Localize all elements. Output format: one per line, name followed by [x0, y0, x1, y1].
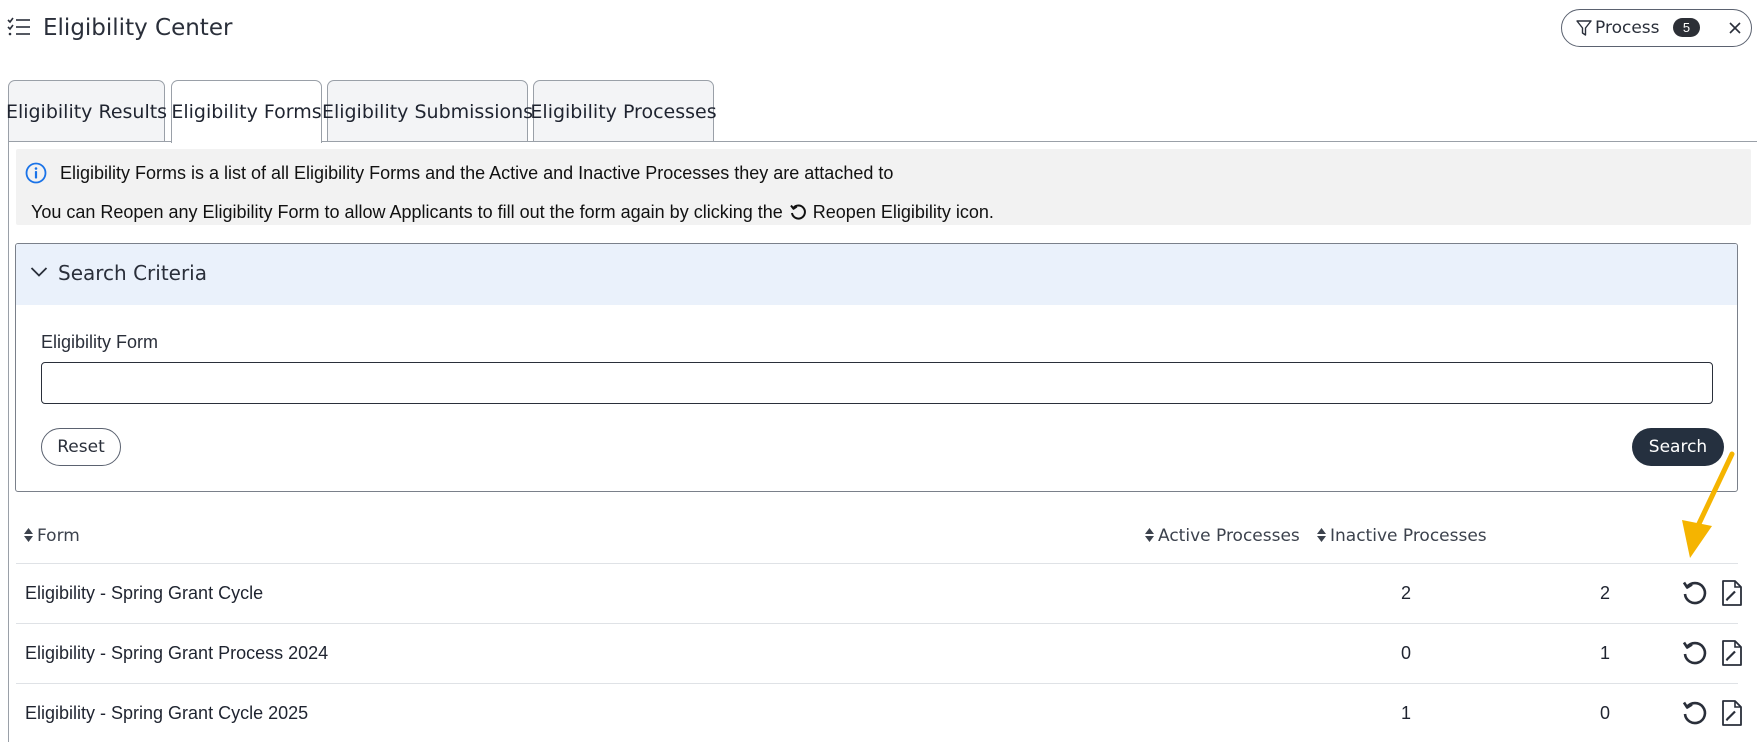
reopen-eligibility-icon[interactable]: [1680, 579, 1708, 607]
table-header: Form Active Processes Inactive Processes: [16, 506, 1738, 564]
column-header-form[interactable]: Form: [23, 526, 80, 546]
column-header-active-label: Active Processes: [1158, 526, 1300, 546]
filter-count-badge: 5: [1673, 18, 1700, 37]
active-processes-cell: 2: [1400, 583, 1411, 603]
list-check-icon[interactable]: [7, 17, 31, 37]
search-criteria-panel: Search Criteria Eligibility Form Reset S…: [15, 243, 1738, 492]
column-header-inactive-processes[interactable]: Inactive Processes: [1316, 526, 1487, 546]
search-criteria-title: Search Criteria: [58, 261, 207, 285]
filter-chip-label: Process: [1595, 18, 1660, 38]
sort-icon: [1145, 528, 1154, 542]
tab-eligibility-processes[interactable]: Eligibility Processes: [530, 80, 717, 142]
info-text-line1: Eligibility Forms is a list of all Eligi…: [60, 163, 894, 183]
form-name-cell: Eligibility - Spring Grant Cycle 2025: [25, 703, 309, 723]
reopen-eligibility-icon[interactable]: [1680, 699, 1708, 727]
eligibility-form-input[interactable]: [41, 362, 1713, 404]
reset-button[interactable]: Reset: [41, 428, 121, 466]
inactive-processes-cell: 2: [1599, 583, 1610, 603]
search-button[interactable]: Search: [1632, 428, 1724, 466]
page: Eligibility Center Process 5 Eligibility…: [0, 0, 1757, 742]
chevron-down-icon: [30, 267, 48, 277]
column-header-inactive-label: Inactive Processes: [1330, 526, 1487, 546]
inactive-processes-cell: 0: [1599, 703, 1610, 723]
sort-icon: [1317, 528, 1326, 542]
reopen-eligibility-icon[interactable]: [1680, 639, 1708, 667]
filter-icon: [1576, 20, 1592, 36]
form-name-cell: Eligibility - Spring Grant Cycle: [25, 583, 264, 603]
table-row: Eligibility - Spring Grant Cycle 2 2: [16, 564, 1742, 624]
table-row: Eligibility - Spring Grant Process 2024 …: [16, 624, 1742, 684]
sort-icon: [24, 528, 33, 542]
page-title: Eligibility Center: [43, 15, 233, 41]
info-text-line2: You can Reopen any Eligibility Form to a…: [31, 202, 994, 223]
app-header: Eligibility Center Process 5: [0, 0, 1757, 60]
close-icon[interactable]: [1727, 20, 1743, 36]
table-row: Eligibility - Spring Grant Cycle 2025 1 …: [16, 684, 1742, 742]
active-processes-cell: 1: [1400, 703, 1411, 723]
eligibility-forms-table: Form Active Processes Inactive Processes…: [16, 506, 1742, 742]
info-icon: [25, 162, 47, 184]
info-text-line2-end: Reopen Eligibility icon.: [812, 202, 994, 222]
edit-form-icon[interactable]: [1721, 579, 1743, 607]
info-banner: Eligibility Forms is a list of all Eligi…: [16, 149, 1751, 225]
inactive-processes-cell: 1: [1599, 643, 1610, 663]
eligibility-form-label: Eligibility Form: [41, 332, 159, 352]
tab-eligibility-forms[interactable]: Eligibility Forms: [171, 80, 322, 143]
form-name-cell: Eligibility - Spring Grant Process 2024: [25, 643, 329, 663]
column-header-form-label: Form: [37, 526, 80, 546]
column-header-active-processes[interactable]: Active Processes: [1144, 526, 1300, 546]
search-criteria-toggle[interactable]: Search Criteria: [16, 244, 1737, 305]
edit-form-icon[interactable]: [1721, 699, 1743, 727]
info-text-line2-start: You can Reopen any Eligibility Form to a…: [31, 202, 783, 222]
tab-panel-eligibility-forms: Eligibility Forms is a list of all Eligi…: [8, 141, 1757, 742]
tab-eligibility-results[interactable]: Eligibility Results: [6, 80, 167, 142]
tab-eligibility-submissions[interactable]: Eligibility Submissions: [322, 80, 533, 142]
active-processes-cell: 0: [1400, 643, 1411, 663]
process-filter-chip[interactable]: Process 5: [1561, 9, 1752, 47]
reopen-icon: [789, 204, 806, 220]
edit-form-icon[interactable]: [1721, 639, 1743, 667]
